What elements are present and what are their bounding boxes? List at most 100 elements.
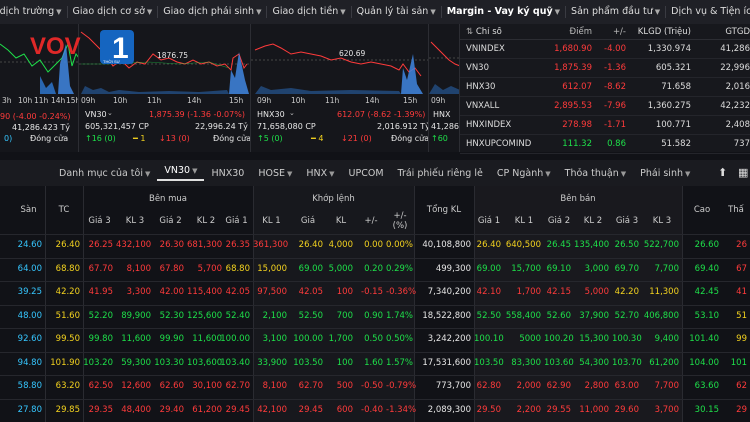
board-tab[interactable]: Danh mục của tôi ▼	[52, 168, 157, 179]
tick-label: 14h	[51, 96, 66, 105]
peak-label: 620.69	[339, 49, 366, 58]
board-cell: 24.60	[17, 240, 42, 250]
board-cell: -0.15	[361, 287, 383, 297]
board-tab[interactable]: VN30 ▼	[157, 165, 205, 181]
col-header: GTGD	[725, 26, 750, 37]
upload-icon[interactable]: ⬆	[718, 166, 727, 179]
hnx-sparkline	[429, 41, 459, 94]
index-row[interactable]: HNX30 612.07 -8.62 71.658 2,016	[460, 78, 750, 97]
col-header-high: Cao	[693, 205, 711, 215]
menu-item[interactable]: Giao dịch tiền ▼	[267, 6, 352, 18]
board-cell: 5,000	[328, 263, 353, 274]
price-board: Bên mua Khớp lệnh Bên bán Sàn TC Tổng KL Cao Th…	[0, 186, 750, 422]
index-row[interactable]: VN30 1,875.39 -1.36 605.321 22,996	[460, 59, 750, 78]
board-cell	[0, 400, 12, 421]
index-row[interactable]: HNXUPCOMINDE 111.32 0.86 51.582 737	[460, 135, 750, 154]
board-cell: 26	[736, 240, 747, 250]
index-val: 42,232	[720, 101, 750, 111]
board-cell: 29.55	[546, 404, 571, 415]
index-row[interactable]: HNXINDEX 278.98 -1.71 100.771 2,408	[460, 116, 750, 135]
chevron-down-icon[interactable]: ⌄	[107, 109, 113, 117]
tick-label: 09h	[431, 96, 446, 105]
chevron-down-icon[interactable]: ⌄	[289, 109, 295, 117]
board-cell: 100.00	[220, 334, 250, 344]
index-point: 1,680.90	[554, 44, 592, 54]
board-tab[interactable]: Thỏa thuận ▼	[558, 168, 633, 179]
board-cell: 1,700	[328, 334, 353, 344]
board-cell: 3,700	[654, 404, 679, 415]
board-cell: 42.05	[225, 287, 250, 297]
index-val: 41,286	[720, 44, 750, 54]
col-header-buy: Giá 2	[159, 216, 182, 226]
board-cell: 92.60	[17, 334, 42, 344]
board-cell: 68.80	[55, 263, 80, 274]
index-row[interactable]: VNINDEX 1,680.90 -4.00 1,330.974 41,286	[460, 40, 750, 59]
board-cell: 103.40	[220, 357, 250, 368]
index-volume: 605,321,457 CP	[85, 122, 149, 131]
board-tab[interactable]: HOSE ▼	[251, 168, 299, 179]
menu-item[interactable]: Dịch vụ & Tiện ích▼	[666, 6, 750, 18]
board-cell: 62.90	[546, 381, 571, 391]
mini-chart-hnx30[interactable]: 620.69 09h 10h 11h 14h 15h HNX30 ⌄ 612.0…	[251, 24, 429, 152]
board-cell: 15,000	[257, 263, 287, 274]
board-tab[interactable]: CP Ngành ▼	[490, 168, 558, 179]
board-cell: 101	[730, 357, 747, 368]
index-name: VNXALL	[466, 101, 500, 111]
grid-icon[interactable]: ▦	[738, 166, 748, 179]
board-cell: 62.70	[225, 381, 250, 391]
board-cell: 9,400	[654, 334, 679, 344]
caret-down-icon: ▼	[340, 8, 346, 16]
mini-chart-hnx[interactable]: 09h HNX 41,286, ↑60	[429, 24, 460, 152]
board-cell: 11,000	[579, 404, 609, 415]
board-tab[interactable]: Trái phiếu riêng lẻ	[391, 168, 490, 179]
index-summary-table: ⇅ Chỉ số Điểm +/- KLGD (Triệu) GTGD VNIN…	[460, 24, 750, 154]
board-tab[interactable]: Phái sinh ▼	[633, 168, 697, 179]
menu-item[interactable]: Giao dịch cơ sở ▼	[68, 6, 159, 18]
board-cell: 89,900	[121, 310, 151, 321]
col-header: ⇅ Chỉ số	[466, 26, 502, 37]
board-cell: 15,700	[511, 263, 541, 274]
index-vol: 51.582	[661, 139, 691, 149]
board-cell: -0.79%	[386, 381, 417, 391]
board-cell: 26.45	[546, 240, 571, 250]
board-cell: 773,700	[435, 381, 471, 391]
board-cell: 62.70	[298, 381, 323, 391]
menu-item[interactable]: Margin - Vay ký quỹ ▼	[442, 6, 567, 18]
menu-item[interactable]: Giao dịch phái sinh ▼	[158, 6, 268, 18]
board-cell: 100.20	[544, 334, 574, 344]
tab-label: CP Ngành	[496, 167, 544, 179]
tick-label: 11h	[325, 96, 340, 105]
menu-item[interactable]: Giao dịch trường▼	[0, 6, 68, 18]
board-cell: 1,700	[516, 287, 541, 297]
board-tab[interactable]: HNX30	[204, 168, 251, 179]
index-point: 1,875.39	[554, 63, 592, 73]
menu-item[interactable]: Quản lý tài sản ▼	[352, 6, 442, 18]
ref-count: ━ 4	[311, 134, 324, 143]
session-status: Đóng cửa	[30, 134, 69, 143]
board-cell: 42.20	[614, 287, 639, 297]
board-cell: 3,242,200	[427, 334, 471, 344]
caret-down-icon: ▼	[554, 8, 561, 16]
board-cell	[0, 353, 12, 374]
board-cell: 29.60	[614, 404, 639, 415]
board-tab[interactable]: UPCOM	[342, 168, 391, 179]
index-row[interactable]: VNXALL 2,895.53 -7.96 1,360.275 42,232	[460, 97, 750, 116]
col-header-sell: KL 1	[514, 216, 534, 226]
menu-item[interactable]: Sản phẩm đầu tư ▼	[566, 6, 667, 18]
tab-label: HNX	[306, 167, 328, 179]
board-cell: 2,800	[584, 381, 609, 391]
board-cell: 0.50%	[386, 334, 414, 344]
board-cell: 29.45	[298, 404, 323, 415]
board-tab[interactable]: HNX ▼	[299, 168, 341, 179]
board-cell: 97,500	[257, 287, 287, 297]
board-cell: 48,400	[121, 404, 151, 415]
board-cell: 67.70	[88, 263, 113, 274]
board-cell: 0.00	[364, 240, 383, 250]
caret-down-icon: ▼	[286, 169, 293, 178]
caret-down-icon: ▼	[685, 169, 691, 178]
swap-icon: ⇅	[466, 26, 474, 37]
board-cell: 8,100	[262, 381, 287, 391]
index-vol: 1,330.974	[647, 44, 691, 54]
caret-down-icon: ▼	[192, 167, 198, 175]
board-cell: 1.74%	[386, 310, 414, 321]
